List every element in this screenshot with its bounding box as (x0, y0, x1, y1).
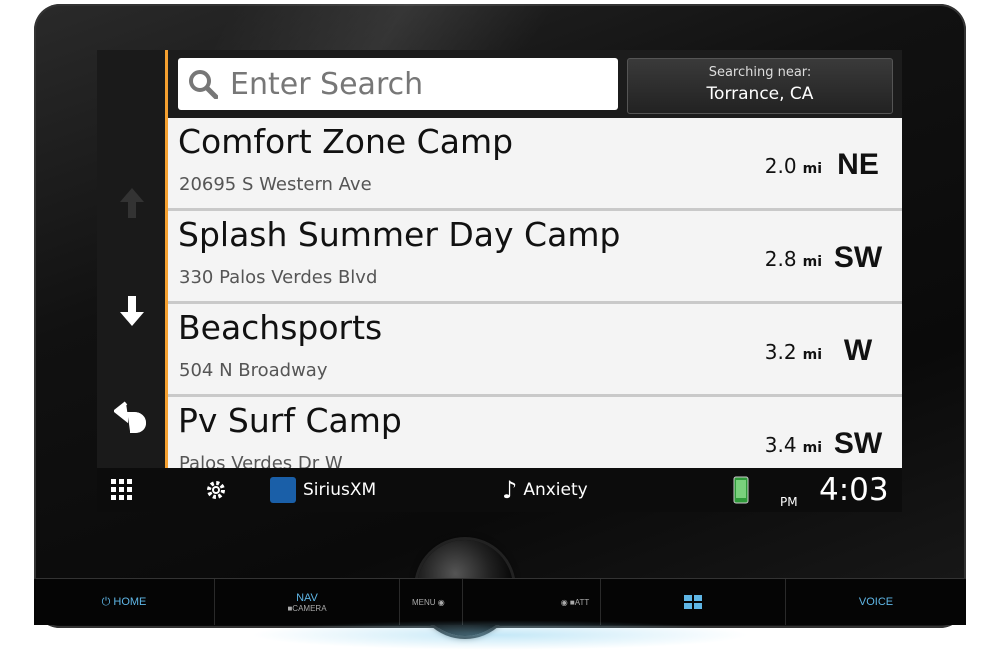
result-row[interactable]: Pv Surf Camp Palos Verdes Dr W 3.4 mi SW (168, 397, 902, 468)
result-address: Palos Verdes Dr W (179, 453, 343, 468)
searching-near-button[interactable]: Searching near: Torrance, CA (627, 58, 893, 114)
result-name: Beachsports (178, 308, 383, 347)
grid-icon[interactable] (111, 468, 133, 512)
result-name: Splash Summer Day Camp (178, 215, 621, 254)
menu-label: MENU ◉ (412, 597, 445, 607)
result-direction: SW (833, 241, 883, 274)
search-bar: Enter Search Searching near: Torrance, C… (168, 50, 902, 118)
result-row[interactable]: Comfort Zone Camp 20695 S Western Ave 2.… (168, 118, 902, 211)
search-input[interactable]: Enter Search (178, 58, 618, 110)
now-playing[interactable]: ♪ Anxiety (502, 468, 588, 512)
home-button[interactable]: ⏻ HOME (34, 579, 215, 625)
underglow (250, 620, 750, 650)
screen: Enter Search Searching near: Torrance, C… (97, 50, 902, 512)
near-label: Searching near: (708, 65, 812, 80)
hardware-buttons: ⏻ HOME NAV ■CAMERA MENU ◉ ◉ ■ATT VOICE (34, 578, 966, 625)
phone-icon[interactable] (733, 468, 749, 512)
result-distance: 3.4 mi (764, 433, 822, 457)
glare (212, 4, 656, 54)
result-distance: 2.0 mi (764, 154, 822, 178)
arrow-down-icon[interactable] (114, 293, 150, 329)
nav-label: NAV (296, 591, 318, 604)
home-label: HOME (113, 595, 147, 608)
result-direction: NE (837, 148, 879, 181)
clock-time: 4:03 (819, 472, 889, 508)
menu-button[interactable]: MENU ◉ (400, 579, 463, 625)
gear-icon[interactable] (205, 468, 227, 512)
result-address: 504 N Broadway (179, 360, 328, 381)
camera-label: ■CAMERA (287, 603, 327, 613)
result-row[interactable]: Splash Summer Day Camp 330 Palos Verdes … (168, 211, 902, 304)
search-icon (188, 69, 218, 99)
result-direction: W (843, 334, 873, 367)
left-nav (97, 50, 168, 468)
source-label: SiriusXM (303, 480, 377, 500)
result-row[interactable]: Beachsports 504 N Broadway 3.2 mi W (168, 304, 902, 397)
back-icon[interactable] (114, 398, 150, 434)
voice-button[interactable]: VOICE (786, 579, 966, 625)
search-placeholder: Enter Search (230, 66, 424, 102)
power-icon: ⏻ (101, 595, 111, 608)
screen-icon (684, 595, 702, 609)
siriusxm-source[interactable]: SiriusXM (270, 468, 376, 512)
result-address: 330 Palos Verdes Blvd (179, 267, 378, 288)
track-title: Anxiety (523, 480, 588, 500)
near-city: Torrance, CA (706, 84, 814, 104)
music-note-icon: ♪ (502, 476, 518, 504)
result-distance: 2.8 mi (764, 247, 822, 271)
screen-toggle-button[interactable] (601, 579, 786, 625)
voice-label: VOICE (858, 596, 894, 608)
nav-button[interactable]: NAV ■CAMERA (215, 579, 400, 625)
status-bar: SiriusXM ♪ Anxiety PM 4:03 (97, 468, 902, 512)
arrow-up-icon[interactable] (114, 185, 150, 221)
result-direction: SW (833, 427, 883, 460)
result-address: 20695 S Western Ave (179, 174, 372, 195)
ampm: PM (780, 495, 798, 509)
att-button[interactable]: ◉ ■ATT (550, 579, 601, 625)
att-label: ◉ ■ATT (560, 597, 590, 607)
result-distance: 3.2 mi (764, 340, 822, 364)
siriusxm-logo-icon (270, 477, 296, 503)
result-name: Pv Surf Camp (178, 401, 402, 440)
result-name: Comfort Zone Camp (178, 122, 514, 161)
results-panel: Enter Search Searching near: Torrance, C… (168, 50, 902, 468)
